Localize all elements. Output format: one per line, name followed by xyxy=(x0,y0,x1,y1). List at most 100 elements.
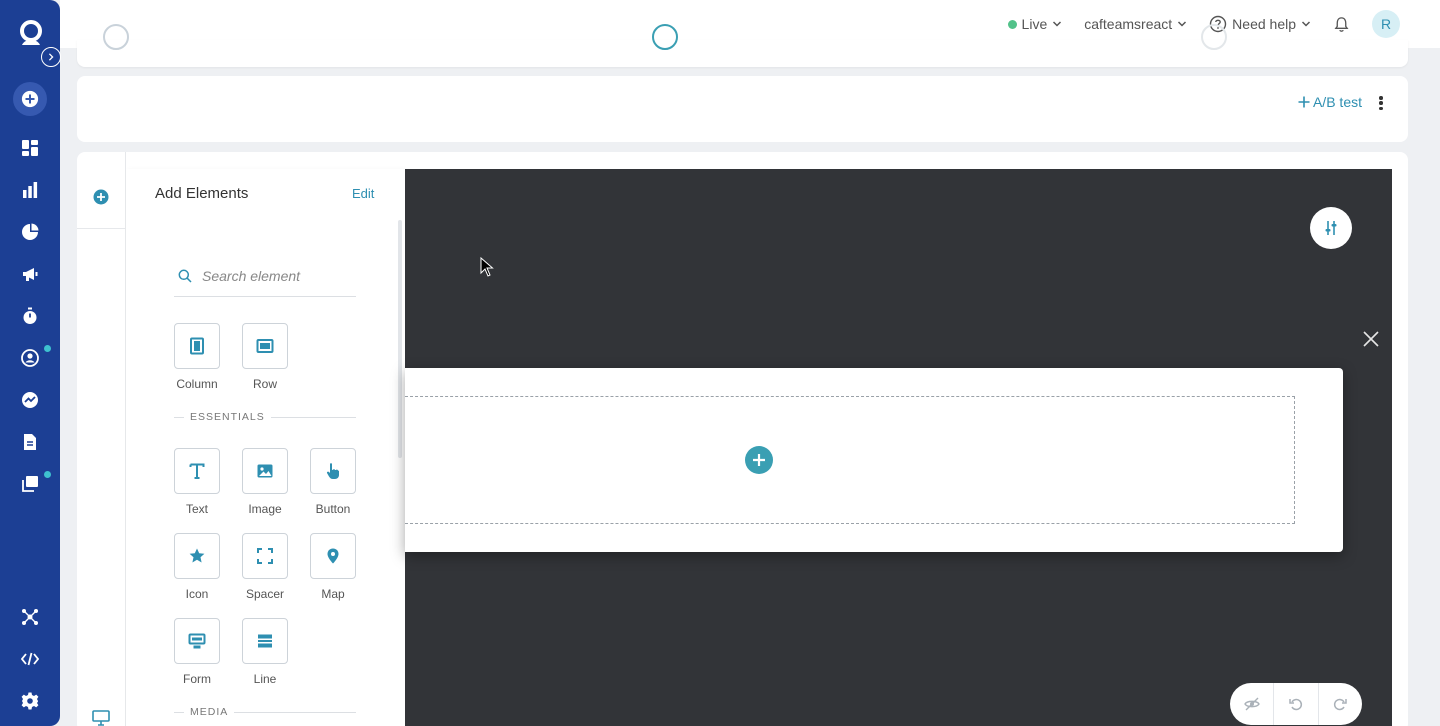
element-tile-box xyxy=(242,533,288,579)
account-dropdown[interactable]: cafteamsreact xyxy=(1084,16,1187,32)
essentials-section-heading: ESSENTIALS xyxy=(174,411,356,423)
plus-circle-icon xyxy=(21,90,39,108)
media-section-heading: MEDIA xyxy=(174,706,356,718)
redo-icon xyxy=(1334,698,1348,711)
form-icon xyxy=(188,633,206,649)
edit-elements-link[interactable]: Edit xyxy=(352,186,374,201)
element-line[interactable]: Line xyxy=(242,618,288,686)
rail-divider xyxy=(77,228,125,229)
search-element-input[interactable] xyxy=(202,267,352,284)
element-label: Row xyxy=(252,377,277,391)
element-form[interactable]: Form xyxy=(174,618,220,686)
collapse-sidebar-button[interactable] xyxy=(41,47,61,67)
element-tile-box xyxy=(174,323,220,369)
chevron-right-icon xyxy=(48,53,54,61)
element-row[interactable]: Row xyxy=(242,323,288,391)
eye-slash-icon xyxy=(1243,697,1260,711)
step-indicator[interactable] xyxy=(103,24,129,50)
dashboard-icon xyxy=(22,140,38,156)
dot xyxy=(1379,101,1383,105)
brand-logo-icon[interactable] xyxy=(17,19,45,47)
canvas-settings-button[interactable] xyxy=(1310,207,1352,249)
avatar-initial: R xyxy=(1380,16,1392,32)
nav-reports[interactable] xyxy=(19,221,41,243)
nav-analytics[interactable] xyxy=(19,179,41,201)
star-icon xyxy=(189,548,205,563)
panel-scrollbar[interactable] xyxy=(398,220,402,458)
add-elements-tab[interactable] xyxy=(93,189,109,205)
dot xyxy=(1379,106,1383,110)
line-icon xyxy=(258,634,272,648)
live-status-dropdown[interactable]: Live xyxy=(1007,16,1063,32)
left-navigation xyxy=(0,0,61,726)
element-spacer[interactable]: Spacer xyxy=(242,533,288,601)
toggle-visibility-button[interactable] xyxy=(1230,683,1275,725)
redo-button[interactable] xyxy=(1319,683,1362,725)
map-pin-icon xyxy=(327,548,339,564)
element-map[interactable]: Map xyxy=(310,533,356,601)
audience-notification-dot xyxy=(44,345,51,352)
element-tile-box xyxy=(174,533,220,579)
spacer-icon xyxy=(257,548,273,564)
code-icon xyxy=(21,652,39,666)
add-elements-panel: Add Elements Edit Column Row ESSENTIALS xyxy=(126,169,405,726)
close-popup-button[interactable] xyxy=(1363,331,1379,347)
step-indicator[interactable] xyxy=(652,24,678,50)
element-label: Map xyxy=(321,587,345,601)
element-drop-zone[interactable] xyxy=(405,396,1295,524)
more-options-button[interactable] xyxy=(1376,94,1386,112)
image-icon xyxy=(257,464,273,478)
element-search xyxy=(174,255,356,297)
element-icon[interactable]: Icon xyxy=(174,533,220,601)
nav-campaigns[interactable] xyxy=(19,263,41,285)
undo-icon xyxy=(1289,698,1302,711)
section-heading-text: MEDIA xyxy=(190,706,229,718)
section-heading-text: ESSENTIALS xyxy=(190,411,265,423)
element-label: Icon xyxy=(185,587,209,601)
element-tile-box xyxy=(242,618,288,664)
plus-circle-icon xyxy=(93,189,109,205)
templates-notification-dot xyxy=(44,471,51,478)
row-icon xyxy=(256,339,274,353)
desktop-preview-toggle[interactable] xyxy=(92,710,110,726)
network-icon xyxy=(22,609,38,625)
close-icon xyxy=(1363,331,1379,347)
chevron-down-icon xyxy=(1178,21,1187,27)
add-ab-test-button[interactable]: A/B test xyxy=(1298,94,1362,110)
document-icon xyxy=(24,434,36,450)
nav-content[interactable] xyxy=(19,431,41,453)
element-label: Image xyxy=(248,502,282,516)
nav-integrations[interactable] xyxy=(19,606,41,628)
element-label: Spacer xyxy=(245,587,285,601)
bell-icon xyxy=(1334,16,1349,32)
step-indicator[interactable] xyxy=(1201,24,1227,50)
create-new-button[interactable] xyxy=(13,82,47,116)
dot xyxy=(1379,96,1383,100)
canvas-toolbar xyxy=(1230,683,1362,725)
nav-templates[interactable] xyxy=(19,473,41,495)
element-label: Column xyxy=(176,377,218,391)
element-tile-box xyxy=(174,618,220,664)
live-status-label: Live xyxy=(1021,16,1048,32)
nav-settings[interactable] xyxy=(19,690,41,712)
nav-automation[interactable] xyxy=(19,305,41,327)
element-tile-box xyxy=(242,448,288,494)
add-element-button[interactable] xyxy=(745,446,773,474)
nav-insights[interactable] xyxy=(19,389,41,411)
nav-dashboard[interactable] xyxy=(19,137,41,159)
nav-audience[interactable] xyxy=(19,347,41,369)
sliders-icon xyxy=(1325,221,1337,235)
user-avatar[interactable]: R xyxy=(1372,10,1400,38)
notifications-button[interactable] xyxy=(1333,16,1350,33)
element-image[interactable]: Image xyxy=(242,448,288,516)
element-text[interactable]: Text xyxy=(174,448,220,516)
bar-chart-icon xyxy=(23,182,38,198)
undo-button[interactable] xyxy=(1274,683,1319,725)
editor-canvas[interactable] xyxy=(405,169,1392,726)
element-button[interactable]: Button xyxy=(310,448,356,516)
nav-developer[interactable] xyxy=(19,648,41,670)
search-icon xyxy=(178,269,192,283)
element-column[interactable]: Column xyxy=(174,323,220,391)
chevron-down-icon xyxy=(1301,21,1311,27)
progress-steps-card xyxy=(77,24,1408,67)
